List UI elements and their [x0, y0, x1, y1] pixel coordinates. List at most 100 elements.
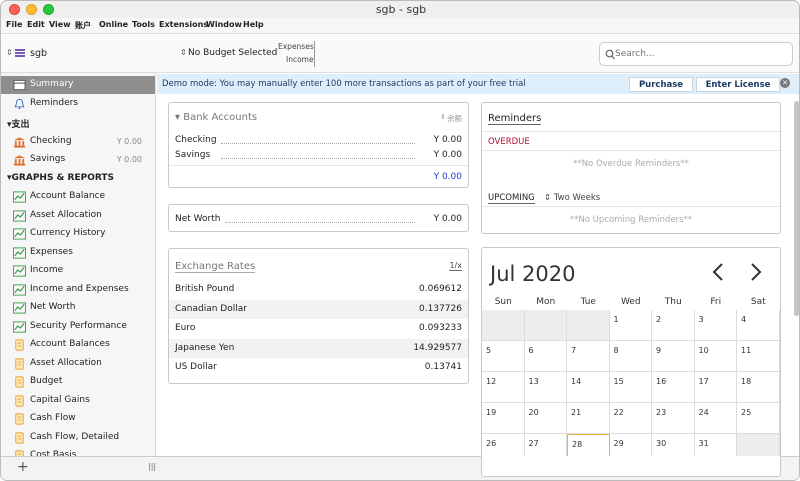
menu-edit[interactable]: Edit — [27, 20, 45, 29]
bank-row-label[interactable]: Checking — [175, 135, 217, 145]
sidebar-item-savings[interactable]: Savings Y 0.00 — [1, 151, 155, 169]
close-window-button[interactable] — [9, 4, 20, 15]
purchase-button[interactable]: Purchase — [629, 77, 693, 92]
day-number: 1 — [613, 315, 619, 324]
sidebar-item-report[interactable]: Account Balances — [1, 336, 155, 354]
menu-window[interactable]: Window — [206, 20, 242, 29]
enter-license-button[interactable]: Enter License — [696, 77, 780, 92]
calendar-day[interactable]: 27 — [525, 434, 567, 456]
menu-extensions[interactable]: Extensions — [159, 20, 208, 29]
menu-tools[interactable]: Tools — [132, 20, 155, 29]
calendar-day[interactable]: 15 — [609, 372, 652, 403]
sidebar-group-accounts[interactable]: ▾支出 — [7, 117, 30, 130]
balance-column-header[interactable]: 余额 — [447, 113, 462, 124]
calendar-day[interactable]: 30 — [652, 434, 695, 456]
calendar-day[interactable]: 11 — [737, 341, 780, 372]
bank-row-label[interactable]: Savings — [175, 150, 210, 160]
calendar-day[interactable] — [524, 310, 567, 341]
menu-help[interactable]: Help — [243, 20, 264, 29]
sidebar-item-summary[interactable]: Summary — [1, 76, 155, 94]
calendar-day[interactable]: 13 — [524, 372, 567, 403]
calendar-day[interactable]: 20 — [524, 403, 567, 434]
exchange-rate-row[interactable]: Euro 0.093233 — [169, 319, 468, 338]
calendar-day[interactable]: 17 — [694, 372, 737, 403]
search-input[interactable] — [615, 47, 785, 61]
exchange-rate-row[interactable]: Japanese Yen 14.929577 — [169, 338, 468, 358]
sidebar-item-report[interactable]: Cash Flow, Detailed — [1, 429, 155, 447]
day-number: 22 — [613, 408, 624, 417]
sidebar-item-graph[interactable]: Income — [1, 262, 155, 280]
menu-view[interactable]: View — [49, 20, 71, 29]
calendar-day[interactable]: 4 — [737, 310, 780, 341]
sidebar-item-graph[interactable]: Income and Expenses — [1, 281, 155, 299]
sidebar-item-report[interactable]: Cash Flow — [1, 410, 155, 428]
menu-account[interactable]: 账户 — [75, 20, 91, 31]
calendar-day[interactable]: 8 — [609, 341, 652, 372]
menu-file[interactable]: File — [6, 20, 22, 29]
sidebar-item-report[interactable]: Cost Basis — [1, 447, 155, 456]
calendar-grid: Sun Mon Tue Wed Thu Fri Sat 1 2 3 4 5 6 7 8 9 10 11 12 13 14… — [482, 293, 780, 456]
sort-icon[interactable]: ⇕ — [440, 113, 446, 121]
calendar-day[interactable]: 19 — [482, 403, 525, 434]
calendar-day[interactable]: 18 — [737, 372, 780, 403]
calendar-day[interactable]: 1 — [609, 310, 652, 341]
bank-accounts-title[interactable]: ▾ Bank Accounts — [175, 112, 257, 123]
sidebar-item-graph[interactable]: Account Balance — [1, 188, 155, 206]
calendar-day[interactable]: 31 — [695, 434, 737, 456]
sidebar-item-report[interactable]: Capital Gains — [1, 392, 155, 410]
calendar-day[interactable]: 25 — [737, 403, 780, 434]
calendar-day[interactable]: 22 — [609, 403, 652, 434]
calendar-day[interactable]: 26 — [482, 434, 525, 456]
calendar-day[interactable]: 7 — [567, 341, 610, 372]
calendar-day[interactable] — [737, 434, 780, 456]
sidebar-item-graph[interactable]: Expenses — [1, 244, 155, 262]
menu-online[interactable]: Online — [99, 20, 128, 29]
exchange-rates-title[interactable]: Exchange Rates — [175, 261, 256, 273]
reciprocal-toggle[interactable]: 1/x — [449, 261, 462, 271]
currency-name: British Pound — [175, 284, 235, 294]
sidebar-group-reports[interactable]: ▾GRAPHS & REPORTS — [7, 173, 114, 183]
calendar-day[interactable]: 2 — [652, 310, 695, 341]
main-scrollbar[interactable] — [794, 101, 799, 316]
search-field[interactable] — [599, 42, 793, 66]
calendar-day[interactable]: 9 — [652, 341, 695, 372]
file-name[interactable]: sgb — [30, 48, 47, 59]
sidebar-item-graph[interactable]: Asset Allocation — [1, 207, 155, 225]
calendar-day[interactable]: 14 — [567, 372, 610, 403]
calendar-day[interactable]: 16 — [652, 372, 695, 403]
calendar-day[interactable]: 21 — [567, 403, 610, 434]
previous-month-icon[interactable] — [711, 262, 725, 282]
calendar-day[interactable]: 23 — [652, 403, 695, 434]
sidebar-item-checking[interactable]: Checking Y 0.00 — [1, 133, 155, 151]
sidebar-resize-handle[interactable]: ||| — [148, 462, 156, 471]
calendar-day[interactable]: 5 — [482, 341, 525, 372]
reminders-title[interactable]: Reminders — [488, 113, 542, 125]
calendar-day[interactable]: 28 — [567, 434, 610, 456]
zoom-window-button[interactable] — [43, 4, 54, 15]
calendar-day[interactable]: 6 — [524, 341, 567, 372]
period-selector[interactable]: ⇕ Two Weeks — [544, 193, 600, 203]
sidebar-item-graph[interactable]: Security Performance — [1, 318, 155, 336]
sidebar-item-graph[interactable]: Currency History — [1, 225, 155, 243]
minimize-window-button[interactable] — [26, 4, 37, 15]
calendar-day[interactable]: 10 — [694, 341, 737, 372]
sidebar-item-report[interactable]: Budget — [1, 373, 155, 391]
file-switcher-icon[interactable]: ⇕ — [6, 48, 13, 57]
close-banner-icon[interactable]: ✕ — [780, 78, 790, 88]
calendar-day[interactable] — [482, 310, 525, 341]
budget-selector-icon[interactable]: ⇕ — [180, 48, 187, 57]
sidebar-item-report[interactable]: Asset Allocation — [1, 355, 155, 373]
calendar-day[interactable]: 3 — [694, 310, 737, 341]
sidebar-item-graph[interactable]: Net Worth — [1, 299, 155, 317]
next-month-icon[interactable] — [749, 262, 763, 282]
calendar-day[interactable]: 29 — [610, 434, 652, 456]
budget-selector[interactable]: No Budget Selected — [188, 48, 277, 58]
calendar-day[interactable]: 24 — [694, 403, 737, 434]
add-button[interactable]: + — [17, 459, 29, 475]
exchange-rate-row[interactable]: Canadian Dollar 0.137726 — [169, 299, 468, 319]
sidebar-item-reminders[interactable]: Reminders — [1, 95, 155, 113]
calendar-day[interactable]: 12 — [482, 372, 525, 403]
exchange-rate-row[interactable]: US Dollar 0.13741 — [169, 358, 468, 377]
calendar-day[interactable] — [567, 310, 610, 341]
exchange-rate-row[interactable]: British Pound 0.069612 — [169, 280, 468, 299]
